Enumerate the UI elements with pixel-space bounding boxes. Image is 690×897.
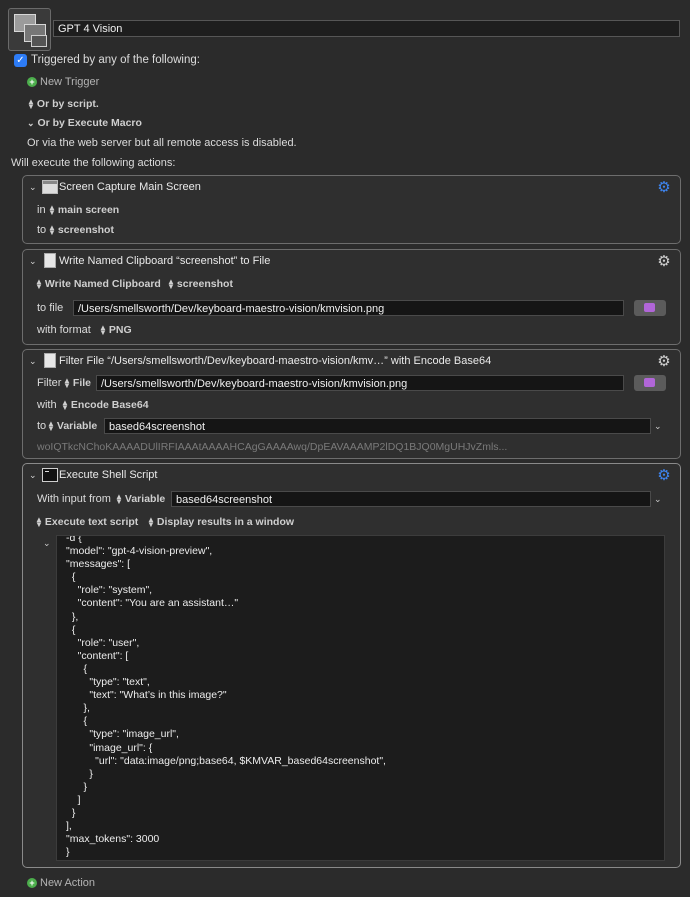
variable-preview: woIQTkcNChoKAAAADUlIRFIAAAtAAAAHCAgGAAAA… [37,441,508,453]
chevron-down-icon[interactable]: ⌄ [654,421,662,432]
script-text: -d { "model": "gpt-4-vision-preview", "m… [66,535,386,859]
collapse-chevron-icon[interactable]: ⌄ [29,470,37,481]
filter-method-value: Encode Base64 [70,399,149,411]
screen-popup[interactable]: ▲ ▼ main screen [48,203,120,218]
filter-path-input[interactable]: /Users/smellsworth/Dev/keyboard-maestro-… [96,375,624,391]
gear-icon[interactable]: ⚙ [656,468,672,484]
chevron-updown-icon: ▲ ▼ [47,419,55,434]
triggered-checkbox[interactable]: ✓ [14,54,27,67]
add-icon: + [27,77,37,88]
filter-method-popup[interactable]: ▲ ▼ Encode Base64 [61,398,149,413]
chevron-updown-icon: ▲ ▼ [167,277,175,292]
collapse-chevron-icon[interactable]: ⌄ [29,182,37,193]
input-variable-field[interactable]: based64screenshot [171,491,651,507]
variable-name-input[interactable]: based64screenshot [104,418,651,434]
screen-value: main screen [57,204,120,216]
will-execute-label: Will execute the following actions: [11,157,176,169]
with-format-label: with format [37,324,91,336]
action-screen-capture[interactable]: ⌄ Screen Capture Main Screen ⚙ in ▲ ▼ mai… [22,175,681,244]
source-type-value: Write Named Clipboard [44,278,161,290]
format-popup[interactable]: ▲ ▼ PNG [99,323,132,338]
new-trigger-label: New Trigger [40,76,100,88]
action-execute-shell-script[interactable]: ⌄ Execute Shell Script ⚙ With input from… [22,463,681,868]
or-by-script-label: Or by script. [36,98,99,110]
token-icon[interactable] [634,300,666,316]
terminal-icon [42,468,58,482]
gear-icon[interactable]: ⚙ [656,254,672,270]
source-type-popup[interactable]: ▲ ▼ Write Named Clipboard [35,277,161,292]
or-by-script-popup[interactable]: ▲ ▼ Or by script. [27,97,99,112]
execute-mode-popup[interactable]: ▲ ▼ Execute text script [35,515,139,530]
collapse-chevron-icon[interactable]: ⌄ [29,256,37,267]
chevron-updown-icon: ▲ ▼ [35,515,43,530]
chevron-updown-icon: ▲ ▼ [115,492,123,507]
to-file-label: to file [37,302,64,314]
filter-type-value: File [72,377,92,389]
action-write-clipboard[interactable]: ⌄ Write Named Clipboard “screenshot” to … [22,249,681,345]
destination-type-popup[interactable]: ▲ ▼ Variable [47,419,98,434]
display-mode-popup[interactable]: ▲ ▼ Display results in a window [147,515,295,530]
clipboard-popup[interactable]: ▲ ▼ screenshot [48,223,114,238]
triggered-label: Triggered by any of the following: [31,54,200,66]
new-trigger-button[interactable]: + New Trigger [27,76,99,88]
chevron-updown-icon: ▲ ▼ [61,398,69,413]
clipboard-name-popup[interactable]: ▲ ▼ screenshot [167,277,233,292]
new-action-label: New Action [40,877,96,889]
clipboard-name-value: screenshot [176,278,233,290]
new-action-button[interactable]: + New Action [27,877,95,889]
gear-icon[interactable]: ⚙ [656,180,672,196]
chevron-updown-icon: ▲ ▼ [63,376,71,391]
input-from-label: With input from [37,493,111,505]
filter-type-popup[interactable]: ▲ ▼ File [63,376,92,391]
window-icon [42,180,58,194]
chevron-updown-icon: ▲ ▼ [35,277,43,292]
or-by-execute-macro-label: Or by Execute Macro [37,117,142,129]
add-icon: + [27,878,37,889]
chevron-updown-icon: ▲ ▼ [27,97,35,112]
chevron-updown-icon: ▲ ▼ [147,515,155,530]
with-label: with [37,399,57,411]
action-title: Screen Capture Main Screen [59,181,201,193]
document-icon [44,253,56,268]
chevron-updown-icon: ▲ ▼ [48,203,56,218]
destination-type-value: Variable [56,420,98,432]
execute-mode-value: Execute text script [44,516,139,528]
collapse-chevron-icon[interactable]: ⌄ [29,356,37,367]
chevron-down-icon: ⌄ [27,118,35,128]
file-path-input[interactable]: /Users/smellsworth/Dev/keyboard-maestro-… [73,300,624,316]
web-server-note: Or via the web server but all remote acc… [27,137,297,149]
clipboard-value: screenshot [57,224,114,236]
script-collapse-chevron-icon[interactable]: ⌄ [43,538,51,549]
or-by-execute-macro-popup[interactable]: ⌄ Or by Execute Macro [27,117,142,129]
macro-icon[interactable] [8,8,51,51]
input-type-value: Variable [124,493,166,505]
to-label: to [37,224,47,236]
action-title: Execute Shell Script [59,469,158,481]
macro-name-field[interactable]: GPT 4 Vision [53,20,680,37]
action-title: Filter File “/Users/smellsworth/Dev/keyb… [59,355,492,367]
action-filter-file[interactable]: ⌄ Filter File “/Users/smellsworth/Dev/ke… [22,349,681,459]
document-icon [44,353,56,368]
format-value: PNG [108,324,132,336]
filter-label: Filter [37,377,62,389]
to-label: to [37,420,47,432]
token-icon[interactable] [634,375,666,391]
chevron-updown-icon: ▲ ▼ [99,323,107,338]
chevron-updown-icon: ▲ ▼ [48,223,56,238]
script-text-editor[interactable]: -d { "model": "gpt-4-vision-preview", "m… [56,535,665,861]
input-type-popup[interactable]: ▲ ▼ Variable [115,492,166,507]
chevron-down-icon[interactable]: ⌄ [654,494,662,505]
in-label: in [37,204,46,216]
display-mode-value: Display results in a window [156,516,295,528]
action-title: Write Named Clipboard “screenshot” to Fi… [59,255,271,267]
gear-icon[interactable]: ⚙ [656,354,672,370]
